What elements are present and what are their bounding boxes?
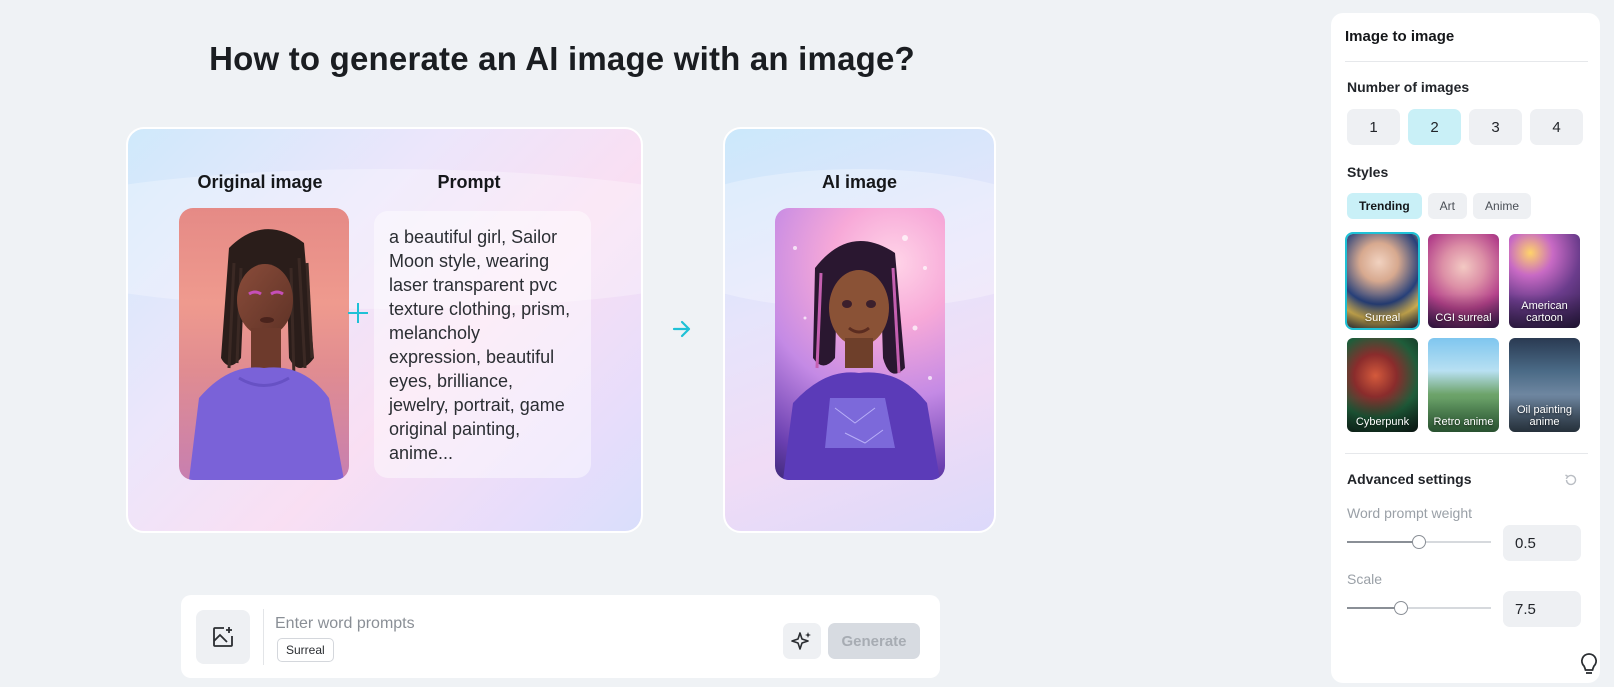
style-tile-label: Cyberpunk [1355, 416, 1410, 428]
divider [263, 609, 264, 665]
slider-thumb[interactable] [1394, 601, 1408, 615]
tab-anime[interactable]: Anime [1473, 193, 1532, 219]
original-image-label: Original image [197, 172, 323, 192]
upload-image-button[interactable] [196, 610, 250, 664]
divider [1345, 61, 1588, 62]
style-tile-label: Retro anime [1433, 416, 1494, 428]
ai-image-label: AI image [821, 172, 898, 192]
number-option-4[interactable]: 4 [1530, 109, 1583, 145]
slider-thumb[interactable] [1412, 535, 1426, 549]
prompt-magic-button[interactable] [783, 623, 821, 659]
scale-slider[interactable] [1347, 601, 1491, 615]
scale-input[interactable] [1503, 591, 1581, 627]
number-option-1[interactable]: 1 [1347, 109, 1400, 145]
lightbulb-icon[interactable] [1577, 651, 1601, 679]
page-heading: How to generate an AI image with an imag… [209, 40, 915, 77]
style-tile-cgi-surreal[interactable]: CGI surreal [1428, 234, 1499, 328]
word-prompt-weight-slider[interactable] [1347, 535, 1491, 549]
word-prompt-input[interactable] [275, 612, 755, 636]
style-tile-retro-anime[interactable]: Retro anime [1428, 338, 1499, 432]
tab-trending[interactable]: Trending [1347, 193, 1422, 219]
style-tile-label: Oil painting anime [1516, 404, 1573, 428]
tab-art[interactable]: Art [1427, 193, 1468, 219]
style-tile-label: Surreal [1364, 312, 1401, 324]
style-grid: Surreal CGI surreal American cartoon Cyb… [1345, 232, 1580, 432]
style-tile-label: CGI surreal [1435, 312, 1492, 324]
scale-label: Scale [1347, 571, 1383, 587]
prompt-bar: Surreal Generate [181, 595, 940, 678]
number-option-2[interactable]: 2 [1408, 109, 1461, 145]
style-tile-oil-painting-anime[interactable]: Oil painting anime [1509, 338, 1580, 432]
style-tile-label: American cartoon [1521, 300, 1568, 324]
style-tile-american-cartoon[interactable]: American cartoon [1509, 234, 1580, 328]
sparkle-icon [791, 632, 811, 650]
number-of-images-selector: 1 2 3 4 [1347, 109, 1583, 145]
prompt-label: Prompt [437, 172, 501, 192]
style-tile-surreal[interactable]: Surreal [1345, 232, 1420, 330]
generate-button[interactable]: Generate [828, 623, 920, 659]
word-prompt-weight-input[interactable] [1503, 525, 1581, 561]
panel-title: Image to image [1345, 28, 1455, 45]
arrow-right-icon [672, 320, 691, 338]
number-of-images-label: Number of images [1347, 79, 1470, 95]
demo-input-card: Original image Prompt a beautiful girl, … [126, 127, 643, 533]
style-tile-cyberpunk[interactable]: Cyberpunk [1347, 338, 1418, 432]
demo-output-card: AI image [723, 127, 996, 533]
divider [1345, 453, 1588, 454]
selected-style-chip[interactable]: Surreal [277, 638, 334, 662]
styles-label: Styles [1347, 164, 1389, 180]
reset-icon[interactable] [1563, 472, 1579, 488]
prompt-text: a beautiful girl, Sailor Moon style, wea… [374, 211, 591, 478]
settings-panel: Image to image Number of images 1 2 3 4 … [1331, 13, 1600, 683]
style-tabs: Trending Art Anime [1347, 193, 1532, 219]
word-prompt-weight-label: Word prompt weight [1347, 505, 1473, 521]
number-option-3[interactable]: 3 [1469, 109, 1522, 145]
advanced-settings-label: Advanced settings [1347, 471, 1472, 487]
ai-image [775, 208, 945, 480]
add-image-icon [213, 627, 233, 647]
plus-icon [348, 303, 368, 323]
original-image [179, 208, 349, 480]
